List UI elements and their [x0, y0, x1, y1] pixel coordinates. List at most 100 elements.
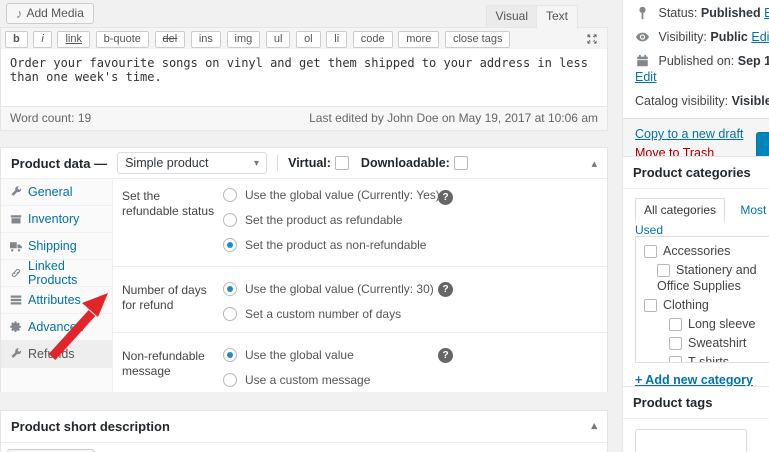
category-checkbox[interactable]	[644, 299, 657, 312]
product-data-title: Product data —	[11, 155, 108, 171]
qt-bold-button[interactable]: b	[5, 31, 28, 48]
category-label: Accessories	[663, 244, 731, 258]
product-type-select[interactable]: Simple product ▾	[117, 152, 268, 174]
section-label: Non-refundable message	[122, 349, 205, 378]
radio-icon[interactable]	[223, 188, 237, 202]
edit-status-link[interactable]: Edit	[764, 6, 769, 20]
editor-tools: ♪ Add Media Visual Text	[0, 0, 608, 29]
list-icon	[10, 295, 22, 305]
tab-advanced[interactable]: Advanced	[1, 314, 112, 341]
downloadable-checkbox[interactable]	[453, 156, 468, 170]
metabox-title: Product tags	[633, 395, 713, 410]
tab-shipping[interactable]: Shipping	[1, 233, 112, 260]
main-column: ♪ Add Media Visual Text b i link b-quote…	[0, 0, 608, 452]
category-checkbox[interactable]	[669, 337, 682, 350]
qt-ins-button[interactable]: ins	[190, 31, 221, 48]
tab-linked-products[interactable]: Linked Products	[1, 259, 112, 287]
tab-label: Refunds	[28, 347, 75, 361]
radio-icon[interactable]	[223, 238, 237, 252]
radio-icon[interactable]	[223, 282, 237, 296]
virtual-checkbox[interactable]	[334, 156, 349, 170]
qt-img-button[interactable]: img	[226, 31, 261, 48]
radio-option[interactable]: Set a custom number of days	[223, 307, 434, 321]
tab-attributes[interactable]: Attributes	[1, 287, 112, 314]
radio-icon[interactable]	[223, 373, 237, 387]
help-icon[interactable]: ?	[438, 190, 453, 205]
product-categories-metabox: Product categories All categories Most U…	[622, 156, 769, 400]
category-checkbox[interactable]	[644, 245, 657, 258]
radio-icon[interactable]	[223, 307, 237, 321]
status-row: Status: Published Edit	[635, 6, 769, 20]
category-checkbox[interactable]	[669, 356, 682, 362]
category-item[interactable]: Sweatshirt	[669, 335, 769, 351]
metabox-title: Product short description	[11, 419, 170, 434]
tab-label: General	[28, 185, 73, 199]
category-checkbox[interactable]	[669, 318, 682, 331]
metabox-title: Product categories	[633, 165, 751, 180]
radio-label: Use the global value (Currently: Yes)	[245, 188, 440, 202]
radio-option[interactable]: Use the global value	[223, 348, 370, 362]
category-label: Long sleeve	[688, 317, 756, 331]
tab-label: Advanced	[28, 320, 84, 334]
radio-icon[interactable]	[223, 213, 237, 227]
qt-code-button[interactable]: code	[352, 31, 393, 48]
category-item[interactable]: Stationery and Office Supplies	[657, 262, 769, 294]
add-new-category-link[interactable]: + Add new category	[635, 373, 753, 387]
edit-published-link[interactable]: Edit	[635, 70, 657, 84]
text-editor: b i link b-quote del ins img ul ol li co…	[0, 27, 608, 131]
product-data-tabs: General Inventory Shipping Linked Produc…	[1, 179, 113, 392]
help-icon[interactable]: ?	[438, 348, 453, 363]
qt-ul-button[interactable]: ul	[265, 31, 291, 48]
fullscreen-icon[interactable]	[586, 33, 598, 45]
visibility-label: Visibility:	[658, 30, 707, 44]
radio-option[interactable]: Use the global value (Currently: 30)	[223, 282, 434, 296]
refund-days-section: Number of days for refund Use the global…	[113, 267, 607, 333]
radio-icon[interactable]	[223, 348, 237, 362]
product-type-value: Simple product	[125, 156, 209, 170]
tab-visual[interactable]: Visual	[485, 5, 538, 28]
add-media-button[interactable]: ♪ Add Media	[6, 3, 94, 24]
tab-label: Inventory	[28, 212, 80, 226]
category-item[interactable]: T-shirts	[669, 354, 769, 362]
update-button[interactable]: Update	[756, 132, 769, 158]
qt-del-button[interactable]: del	[154, 31, 186, 48]
tab-all-categories[interactable]: All categories	[635, 198, 726, 223]
eye-icon	[636, 32, 649, 42]
tab-inventory[interactable]: Inventory	[1, 206, 112, 233]
category-label: Stationery and Office Supplies	[657, 263, 757, 293]
category-label: Clothing	[663, 298, 709, 312]
category-checkbox[interactable]	[657, 264, 670, 277]
qt-more-button[interactable]: more	[398, 31, 440, 48]
tab-text[interactable]: Text	[535, 5, 578, 29]
qt-ol-button[interactable]: ol	[296, 31, 321, 48]
category-item[interactable]: Clothing	[644, 297, 769, 313]
category-item[interactable]: Accessories	[644, 243, 769, 259]
radio-label: Set a custom number of days	[245, 307, 402, 321]
qt-bquote-button[interactable]: b-quote	[95, 31, 149, 48]
published-on-row: Published on: Sep 14, 2016 @ 07	[635, 54, 769, 68]
radio-option[interactable]: Use a custom message	[223, 373, 370, 387]
categories-checklist[interactable]: Accessories Stationery and Office Suppli…	[635, 236, 769, 363]
product-data-body: General Inventory Shipping Linked Produc…	[1, 179, 607, 392]
radio-option[interactable]: Set the product as refundable	[223, 213, 440, 227]
category-item[interactable]: Long sleeve	[669, 316, 769, 332]
radio-label: Use the global value	[245, 348, 354, 362]
radio-option[interactable]: Set the product as non-refundable	[223, 238, 440, 252]
pin-icon	[639, 6, 646, 20]
product-data-metabox: Product data — Simple product ▾ Virtual:…	[0, 147, 608, 392]
radio-option[interactable]: Use the global value (Currently: Yes)	[223, 188, 440, 202]
help-icon[interactable]: ?	[438, 282, 453, 297]
collapse-toggle-icon[interactable]: ▴	[591, 157, 597, 170]
qt-link-button[interactable]: link	[57, 31, 90, 48]
tab-general[interactable]: General	[1, 179, 112, 206]
edit-visibility-link[interactable]: Edit	[751, 30, 769, 44]
media-icon: ♪	[16, 5, 23, 21]
qt-li-button[interactable]: li	[326, 31, 348, 48]
qt-italic-button[interactable]: i	[33, 31, 52, 48]
editor-textarea[interactable]: Order your favourite songs on vinyl and …	[1, 49, 607, 106]
tab-refunds[interactable]: Refunds	[1, 341, 112, 368]
collapse-toggle-icon[interactable]: ▴	[591, 419, 597, 432]
tags-input[interactable]	[635, 429, 747, 452]
copy-to-draft-link[interactable]: Copy to a new draft	[635, 127, 743, 141]
qt-closetags-button[interactable]: close tags	[444, 31, 511, 48]
